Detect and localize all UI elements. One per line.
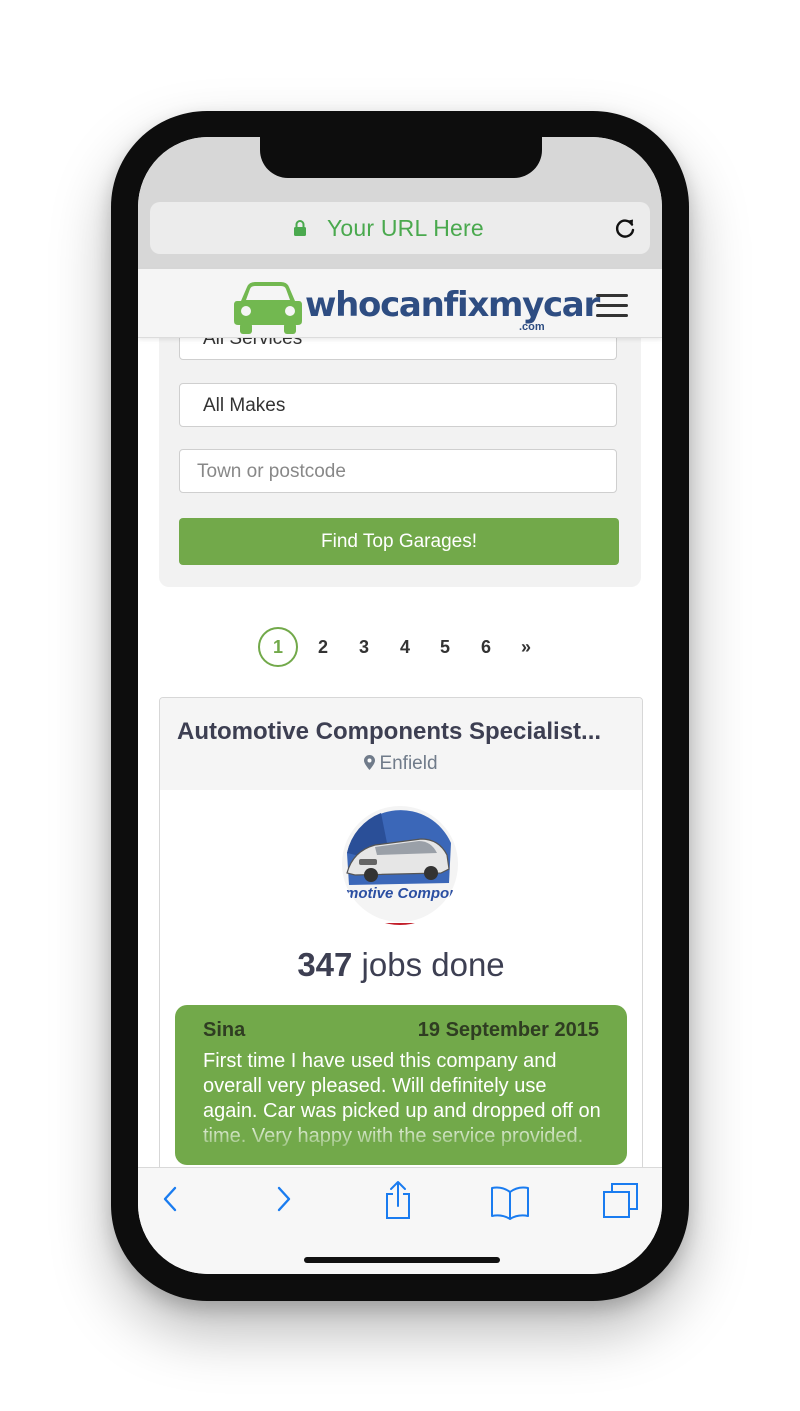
lock-icon: [294, 220, 306, 236]
page-link-2[interactable]: 2: [303, 627, 343, 667]
site-logo[interactable]: whocanfixmycar .com: [233, 279, 600, 334]
page-link-3[interactable]: 3: [344, 627, 384, 667]
location-input[interactable]: Town or postcode: [179, 449, 617, 493]
make-select[interactable]: All Makes: [179, 383, 617, 427]
site-header: whocanfixmycar .com: [138, 269, 662, 338]
page-content: All Services All Makes Town or postcode …: [138, 337, 662, 1167]
service-select[interactable]: All Services: [179, 337, 617, 360]
phone-notch: [260, 137, 542, 178]
review-box: Sina 19 September 2015 First time I have…: [175, 1005, 627, 1165]
garage-card[interactable]: Automotive Components Specialist... Enfi…: [159, 697, 643, 1167]
home-indicator[interactable]: [304, 1257, 500, 1263]
page-link-5[interactable]: 5: [425, 627, 465, 667]
forward-icon[interactable]: [274, 1184, 294, 1214]
map-pin-icon: [364, 755, 376, 770]
search-panel: All Services All Makes Town or postcode …: [159, 337, 641, 587]
menu-icon[interactable]: [596, 294, 628, 317]
url-text[interactable]: Your URL Here: [327, 215, 484, 242]
garage-title[interactable]: Automotive Components Specialist...: [177, 718, 627, 746]
garage-card-header: Automotive Components Specialist... Enfi…: [160, 698, 642, 790]
jobs-label: jobs done: [361, 946, 505, 983]
garage-location-text: Enfield: [379, 753, 438, 774]
share-icon[interactable]: [382, 1180, 414, 1220]
jobs-done: 347 jobs done: [160, 946, 642, 984]
page-next-link[interactable]: »: [506, 627, 546, 667]
pagination: 1 2 3 4 5 6 »: [258, 627, 558, 669]
review-text: First time I have used this company and …: [203, 1050, 601, 1147]
garage-logo-text: Automotive Components: [341, 885, 459, 902]
car-logo-icon: [234, 282, 302, 334]
page-link-1[interactable]: 1: [258, 627, 298, 667]
review-author: Sina: [203, 1019, 246, 1041]
logo-text: whocanfixmycar: [305, 285, 600, 325]
browser-toolbar: [138, 1167, 662, 1274]
address-bar[interactable]: Your URL Here: [150, 202, 650, 254]
find-garages-button[interactable]: Find Top Garages!: [179, 518, 619, 565]
page-link-4[interactable]: 4: [385, 627, 425, 667]
garage-location: Enfield: [160, 753, 642, 775]
phone-screen: Your URL Here whocanfixmycar .com All Se…: [138, 137, 662, 1274]
review-date: 19 September 2015: [417, 1019, 599, 1041]
bookmarks-icon[interactable]: [490, 1184, 530, 1220]
back-icon[interactable]: [160, 1184, 180, 1214]
reload-icon[interactable]: [612, 215, 638, 241]
page-link-6[interactable]: 6: [466, 627, 506, 667]
jobs-count: 347: [297, 946, 353, 983]
tabs-icon[interactable]: [602, 1182, 640, 1220]
logo-suffix: .com: [519, 321, 545, 333]
garage-logo-image: Automotive Components: [341, 806, 459, 925]
